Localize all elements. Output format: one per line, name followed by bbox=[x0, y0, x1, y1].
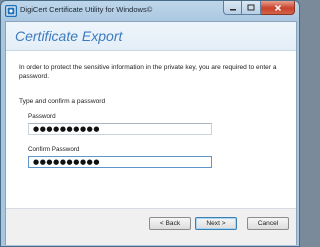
intro-text: In order to protect the sensitive inform… bbox=[19, 64, 277, 80]
confirm-password-field[interactable]: ●●●●●●●●●● bbox=[28, 156, 212, 168]
caption-buttons bbox=[223, 1, 295, 16]
next-button[interactable]: Next > bbox=[195, 217, 237, 230]
maximize-icon bbox=[247, 4, 255, 11]
close-button[interactable] bbox=[261, 1, 295, 15]
window-title: DigiCert Certificate Utility for Windows… bbox=[20, 5, 153, 14]
button-bar: < Back Next > Cancel bbox=[6, 208, 296, 245]
confirm-password-label: Confirm Password bbox=[28, 146, 80, 153]
close-icon bbox=[274, 4, 281, 11]
password-field[interactable]: ●●●●●●●●●● bbox=[28, 123, 212, 135]
maximize-button[interactable] bbox=[242, 1, 261, 15]
wizard-content: Certificate Export In order to protect t… bbox=[5, 21, 297, 245]
dialog-window: DigiCert Certificate Utility for Windows… bbox=[0, 0, 300, 247]
page-title: Certificate Export bbox=[15, 28, 123, 44]
header-band: Certificate Export bbox=[6, 22, 296, 51]
minimize-button[interactable] bbox=[223, 1, 242, 15]
title-bar[interactable]: DigiCert Certificate Utility for Windows… bbox=[1, 1, 299, 21]
password-label: Password bbox=[28, 113, 56, 120]
cancel-button[interactable]: Cancel bbox=[247, 217, 289, 230]
digicert-app-icon bbox=[5, 5, 17, 17]
back-button[interactable]: < Back bbox=[149, 217, 191, 230]
password-subheading: Type and confirm a password bbox=[19, 98, 106, 105]
minimize-icon bbox=[229, 8, 236, 10]
